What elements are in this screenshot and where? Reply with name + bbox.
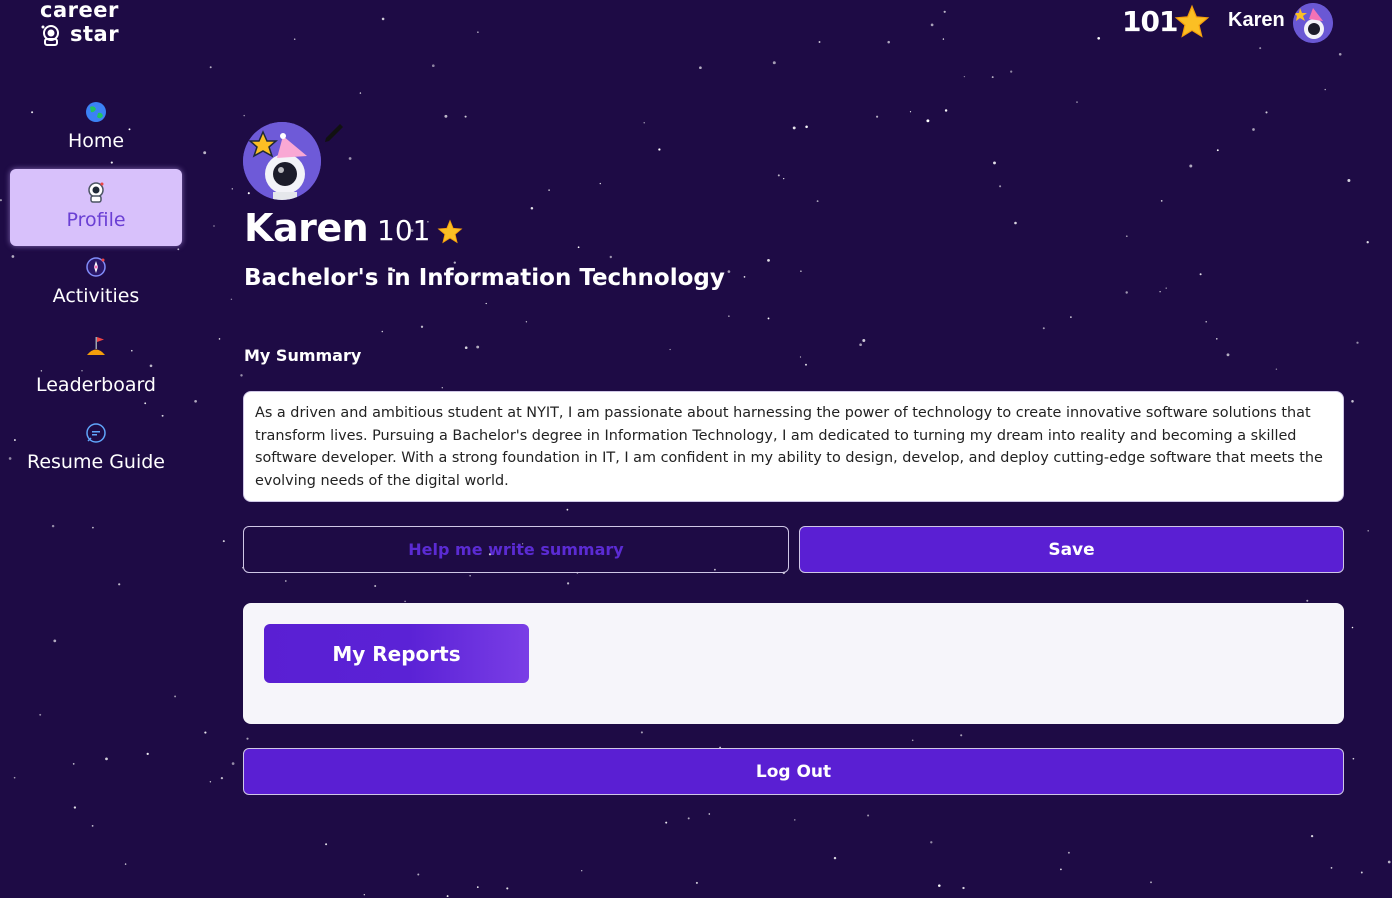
star-icon <box>437 219 463 244</box>
logo-text-line2: star <box>70 22 120 46</box>
astronaut-avatar-icon <box>243 122 321 200</box>
profile-degree: Bachelor's in Information Technology <box>244 265 725 291</box>
astronaut-icon <box>88 182 104 203</box>
profile-name: Karen <box>244 206 369 250</box>
sidebar-item-resume-guide[interactable]: Resume Guide <box>10 422 182 482</box>
my-reports-button[interactable]: My Reports <box>264 624 529 683</box>
topbar-user-name[interactable]: Karen <box>1228 9 1285 32</box>
globe-icon <box>86 102 106 122</box>
pencil-icon[interactable] <box>322 118 348 144</box>
sidebar-item-leaderboard[interactable]: Leaderboard <box>10 334 182 400</box>
flag-hill-icon <box>87 337 105 355</box>
logout-button[interactable]: Log Out <box>243 748 1344 795</box>
sidebar-item-label: Profile <box>66 209 126 231</box>
compass-icon <box>86 257 106 277</box>
sidebar-item-activities[interactable]: Activities <box>10 256 182 316</box>
astronaut-avatar-icon <box>1293 3 1333 43</box>
sidebar-item-label: Resume Guide <box>26 451 165 473</box>
save-button[interactable]: Save <box>799 526 1344 573</box>
help-write-summary-button[interactable]: Help me write summary <box>243 526 789 573</box>
app-logo[interactable]: career star <box>38 0 138 50</box>
user-avatar[interactable] <box>1293 3 1333 43</box>
profile-points: 101 <box>377 214 431 247</box>
topbar-points: 101 <box>1122 5 1178 38</box>
sidebar-item-label: Activities <box>52 285 140 307</box>
sidebar-item-profile[interactable]: Profile <box>10 169 182 246</box>
star-icon <box>1174 4 1210 38</box>
logo-text-line1: career <box>40 0 119 22</box>
sidebar-item-label: Leaderboard <box>35 374 156 396</box>
logo-astronaut-icon <box>41 25 59 46</box>
chat-bubble-icon <box>86 423 106 443</box>
summary-textarea[interactable]: As a driven and ambitious student at NYI… <box>243 391 1344 502</box>
profile-avatar[interactable] <box>243 122 321 200</box>
sidebar-item-label: Home <box>67 130 125 152</box>
summary-heading: My Summary <box>244 346 362 365</box>
sidebar-item-home[interactable]: Home <box>10 101 182 161</box>
